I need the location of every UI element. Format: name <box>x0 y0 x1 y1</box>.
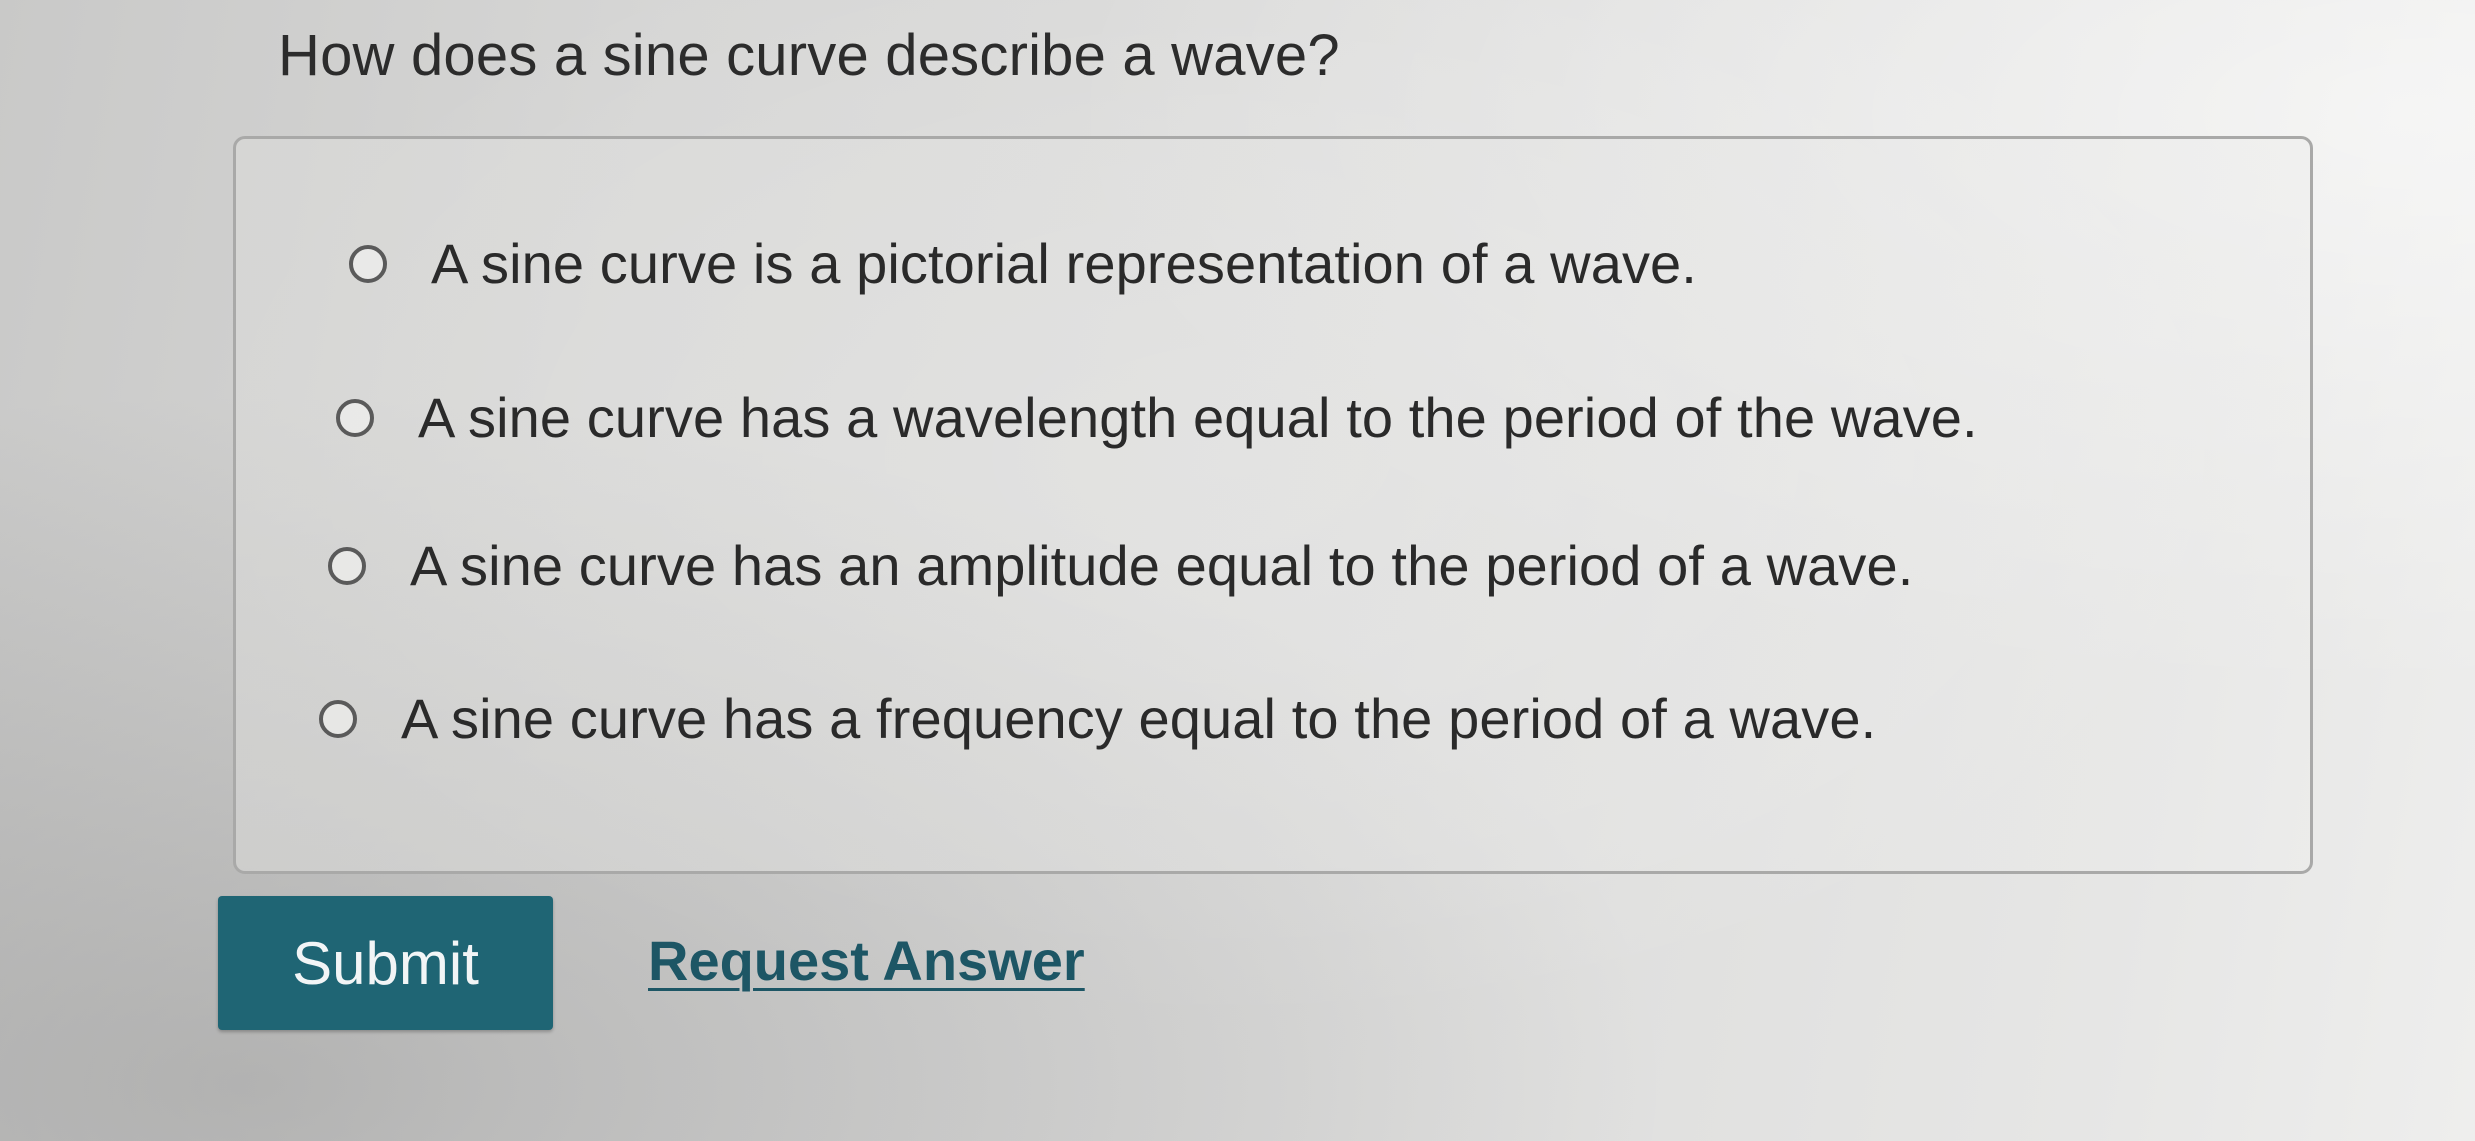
request-answer-link[interactable]: Request Answer <box>648 928 1085 993</box>
option-4-label[interactable]: A sine curve has a frequency equal to th… <box>401 686 1876 751</box>
option-2[interactable]: A sine curve has a wavelength equal to t… <box>336 385 1978 450</box>
radio-unchecked-icon[interactable] <box>319 699 357 738</box>
option-1-label[interactable]: A sine curve is a pictorial representati… <box>431 231 1697 296</box>
radio-unchecked-icon[interactable] <box>336 398 374 437</box>
answer-options-panel: A sine curve is a pictorial representati… <box>233 136 2313 874</box>
option-2-label[interactable]: A sine curve has a wavelength equal to t… <box>418 385 1978 450</box>
option-3-label[interactable]: A sine curve has an amplitude equal to t… <box>410 533 1913 598</box>
radio-unchecked-icon[interactable] <box>349 244 387 283</box>
submit-button[interactable]: Submit <box>218 896 553 1030</box>
radio-unchecked-icon[interactable] <box>328 546 366 585</box>
question-text: How does a sine curve describe a wave? <box>278 23 1340 88</box>
option-4[interactable]: A sine curve has a frequency equal to th… <box>319 686 1876 751</box>
option-1[interactable]: A sine curve is a pictorial representati… <box>349 231 1697 296</box>
option-3[interactable]: A sine curve has an amplitude equal to t… <box>328 533 1913 598</box>
